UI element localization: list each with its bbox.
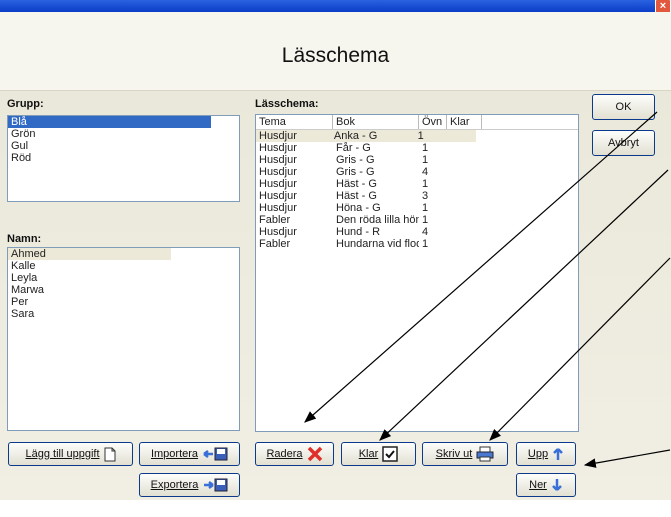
arrow-to-print [489, 257, 671, 441]
arrow-to-up-down [583, 449, 671, 468]
arrow-to-done [379, 169, 669, 441]
arrow-to-delete [304, 111, 658, 423]
annotation-arrows [304, 111, 671, 468]
